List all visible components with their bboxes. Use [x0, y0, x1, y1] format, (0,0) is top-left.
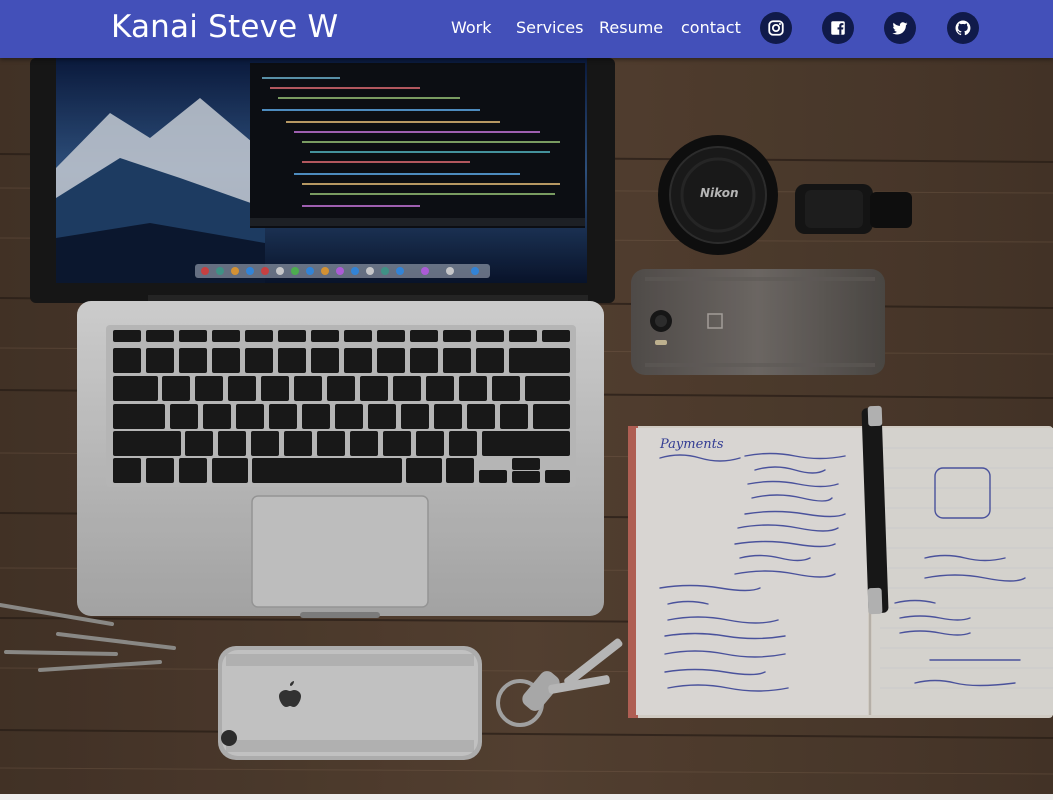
- nav-link-resume[interactable]: Resume: [599, 18, 663, 37]
- github-icon: [955, 20, 971, 36]
- facebook-link[interactable]: [822, 12, 854, 44]
- hero-image: Nikon Payments: [0, 58, 1053, 794]
- twitter-icon: [892, 22, 908, 35]
- nav-link-work[interactable]: Work: [451, 18, 492, 37]
- instagram-icon: [768, 20, 784, 36]
- desk-scene-illustration: Nikon Payments: [0, 58, 1053, 794]
- brand-name[interactable]: Kanai Steve W: [111, 9, 338, 45]
- github-link[interactable]: [947, 12, 979, 44]
- page-bottom-edge: [0, 794, 1053, 800]
- nav-link-services[interactable]: Services: [516, 18, 583, 37]
- navbar: Kanai Steve W Work Services Resume conta…: [0, 0, 1053, 58]
- facebook-icon: [831, 21, 845, 35]
- nav-link-contact[interactable]: contact: [681, 18, 741, 37]
- instagram-link[interactable]: [760, 12, 792, 44]
- twitter-link[interactable]: [884, 12, 916, 44]
